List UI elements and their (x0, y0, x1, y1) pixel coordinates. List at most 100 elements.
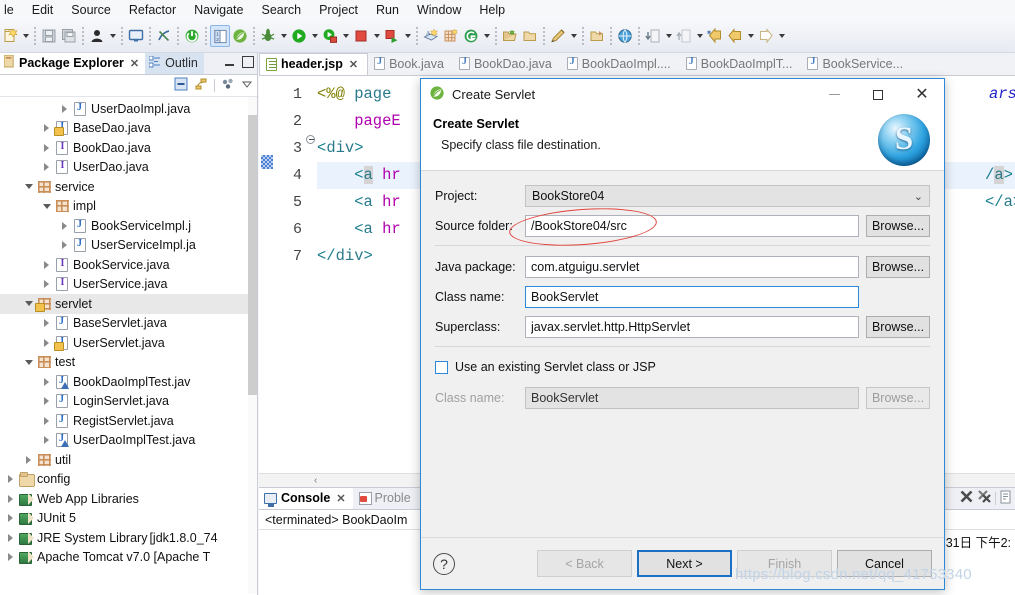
back-dropdown-arrow[interactable] (745, 25, 756, 47)
menu-item-file[interactable]: le (2, 0, 23, 20)
deploy-dropdown-arrow[interactable] (402, 25, 413, 47)
previous-dropdown-arrow[interactable] (694, 25, 705, 47)
export-folder-icon[interactable] (587, 25, 607, 47)
scroll-left-arrow[interactable]: ‹ (314, 475, 317, 486)
tree-expand-toggle[interactable] (22, 353, 35, 372)
tree-expand-toggle[interactable] (4, 489, 17, 508)
globe-icon[interactable] (615, 25, 635, 47)
grails-icon[interactable] (461, 25, 481, 47)
collapse-fold-icon[interactable] (306, 135, 315, 144)
class-name-input[interactable] (525, 286, 859, 308)
grails-dropdown-arrow[interactable] (481, 25, 492, 47)
menu-item-help[interactable]: Help (470, 0, 514, 20)
project-tree[interactable]: UserDaoImpl.java BaseDao.java BookDao.java… (0, 97, 257, 594)
tree-expand-toggle[interactable] (4, 548, 17, 567)
tree-expand-toggle[interactable] (22, 450, 35, 469)
tree-item[interactable]: UserService.java (0, 275, 257, 295)
editor-tab-bookdaoimpltest[interactable]: BookDaoImplT... (680, 53, 802, 75)
dialog-title-bar[interactable]: Create Servlet ✕ (421, 79, 944, 110)
use-existing-class-row[interactable]: Use an existing Servlet class or JSP (435, 357, 930, 377)
tree-item[interactable]: impl (0, 197, 257, 217)
tree-item[interactable]: Apache Tomcat v7.0 [Apache T (0, 548, 257, 568)
tree-item[interactable]: JRE System Library [jdk1.8.0_74 (0, 528, 257, 548)
tree-item[interactable]: BookServiceImpl.j (0, 216, 257, 236)
remove-all-terminated-icon[interactable] (977, 489, 992, 507)
new-package-icon[interactable] (441, 25, 461, 47)
tree-item[interactable]: servlet (0, 294, 257, 314)
editor-tab-bookdaoimpl[interactable]: BookDaoImpl.... (561, 53, 680, 75)
open-folder-icon[interactable] (520, 25, 540, 47)
run-server-icon[interactable] (320, 25, 340, 47)
new-wizard-icon[interactable] (0, 25, 20, 47)
previous-annotation-icon[interactable] (674, 25, 694, 47)
menu-item-project[interactable]: Project (310, 0, 367, 20)
tab-package-explorer[interactable]: Package Explorer ✕ (0, 53, 146, 74)
power-icon[interactable] (182, 25, 202, 47)
tree-item[interactable]: BaseDao.java (0, 119, 257, 139)
create-servlet-dialog[interactable]: Create Servlet ✕ Create Servlet Specify … (420, 78, 945, 590)
tree-item[interactable]: UserDaoImpl.java (0, 99, 257, 119)
tree-item[interactable]: BaseServlet.java (0, 314, 257, 334)
page-layout-icon[interactable]: 12 (210, 25, 230, 47)
person-dropdown-arrow[interactable] (107, 25, 118, 47)
tree-item[interactable]: UserDaoImplTest.java (0, 431, 257, 451)
tree-expand-toggle[interactable] (40, 411, 53, 430)
superclass-input[interactable] (525, 316, 859, 338)
close-button[interactable]: ✕ (900, 79, 944, 110)
new-java-class-icon[interactable]: A (421, 25, 441, 47)
project-combo[interactable]: BookStore04 ⌄ (525, 185, 930, 207)
tree-item[interactable]: UserDao.java (0, 158, 257, 178)
stop-icon[interactable] (351, 25, 371, 47)
clear-console-icon[interactable] (999, 490, 1013, 507)
tree-expand-toggle[interactable] (40, 197, 53, 216)
tree-expand-toggle[interactable] (22, 177, 35, 196)
pencil-dropdown-arrow[interactable] (568, 25, 579, 47)
back-icon[interactable] (725, 25, 745, 47)
editor-tab-bookdao-java[interactable]: BookDao.java (453, 53, 561, 75)
tree-item[interactable]: RegistServlet.java (0, 411, 257, 431)
debug-bug-icon[interactable] (258, 25, 278, 47)
next-button[interactable]: Next > (637, 550, 732, 577)
java-package-browse-button[interactable]: Browse... (866, 256, 930, 278)
folding-column[interactable] (305, 76, 317, 487)
console-open-icon[interactable] (126, 25, 146, 47)
use-existing-class-checkbox[interactable] (435, 360, 448, 374)
new-dropdown-arrow[interactable] (20, 25, 31, 47)
tree-expand-toggle[interactable] (40, 255, 53, 274)
open-project-icon[interactable] (500, 25, 520, 47)
tree-expand-toggle[interactable] (58, 99, 71, 118)
close-icon[interactable]: ✕ (349, 58, 358, 71)
close-icon[interactable]: ✕ (336, 492, 345, 505)
terminate-icon[interactable] (959, 489, 974, 507)
run-dropdown-arrow[interactable] (309, 25, 320, 47)
tab-problems[interactable]: Proble (353, 488, 418, 509)
deploy-icon[interactable] (382, 25, 402, 47)
editor-tab-bookservice[interactable]: BookService... (801, 53, 912, 75)
tree-expand-toggle[interactable] (40, 314, 53, 333)
menu-item-search[interactable]: Search (252, 0, 310, 20)
person-icon[interactable] (87, 25, 107, 47)
tree-expand-toggle[interactable] (4, 509, 17, 528)
tree-item[interactable]: UserServiceImpl.ja (0, 236, 257, 256)
menu-item-refactor[interactable]: Refactor (120, 0, 185, 20)
tree-expand-toggle[interactable] (58, 236, 71, 255)
tree-item[interactable]: BookDaoImplTest.jav (0, 372, 257, 392)
link-with-editor-icon[interactable] (194, 77, 208, 94)
tree-expand-toggle[interactable] (4, 528, 17, 547)
view-dropdown-icon[interactable] (241, 78, 253, 93)
tree-expand-toggle[interactable] (40, 158, 53, 177)
menu-item-source[interactable]: Source (62, 0, 120, 20)
marker-column[interactable] (259, 76, 275, 487)
run-icon[interactable] (289, 25, 309, 47)
menu-item-window[interactable]: Window (408, 0, 470, 20)
minimize-button[interactable] (812, 79, 856, 110)
minimize-view-button[interactable] (224, 56, 236, 68)
tree-expand-toggle[interactable] (40, 431, 53, 450)
back-star-icon[interactable] (705, 25, 725, 47)
next-annotation-icon[interactable] (643, 25, 663, 47)
menu-item-run[interactable]: Run (367, 0, 408, 20)
forward-icon[interactable] (756, 25, 776, 47)
run-server-dropdown-arrow[interactable] (340, 25, 351, 47)
tree-expand-toggle[interactable] (40, 372, 53, 391)
java-package-input[interactable] (525, 256, 859, 278)
